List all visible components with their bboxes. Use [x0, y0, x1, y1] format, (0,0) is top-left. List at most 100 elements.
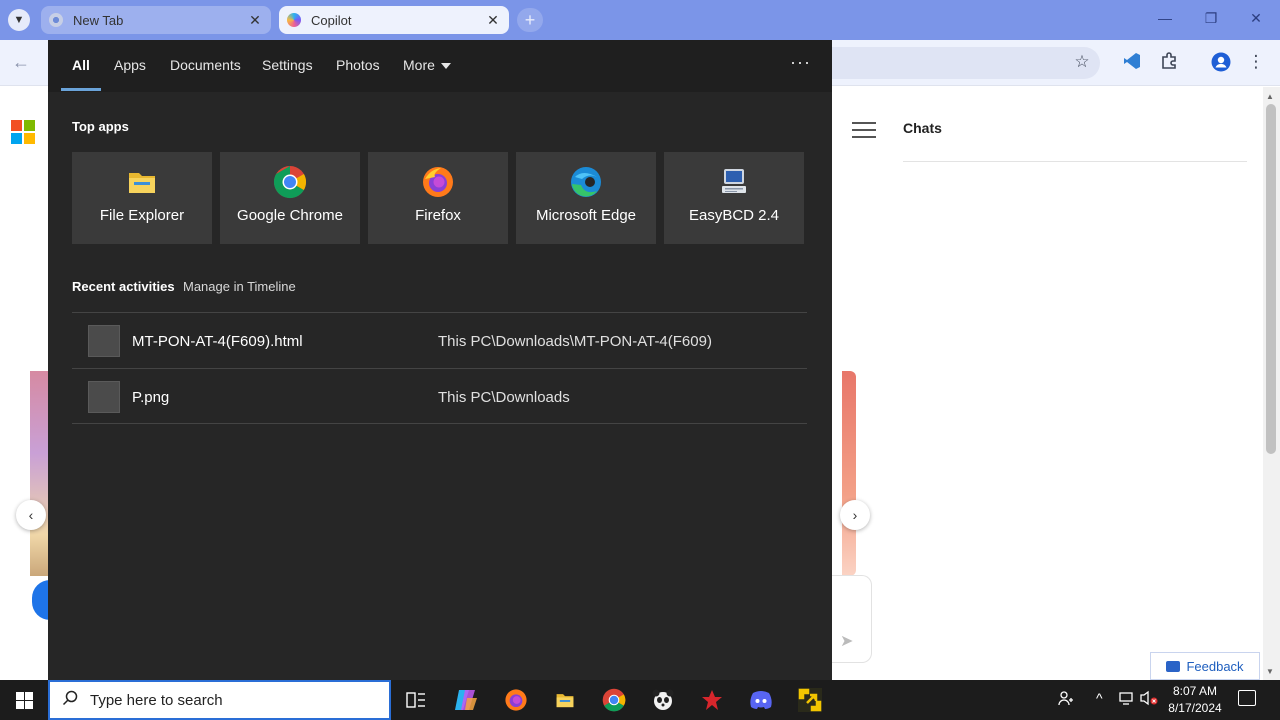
firefox-icon[interactable]	[502, 686, 530, 714]
address-bar[interactable]	[820, 47, 1100, 79]
feedback-icon	[1166, 660, 1181, 672]
chrome-icon	[273, 166, 307, 199]
windows-search-panel: All Apps Documents Settings Photos More …	[48, 40, 832, 680]
recent-item-name: MT-PON-AT-4(F609).html	[132, 333, 303, 350]
window-close-button[interactable]: ✕	[1246, 10, 1266, 27]
search-filter-tabs: All Apps Documents Settings Photos More …	[48, 40, 832, 92]
extensions-puzzle-icon[interactable]	[1158, 52, 1180, 74]
caret-down-icon	[440, 63, 451, 70]
tab-title: Copilot	[311, 12, 352, 28]
new-tab-button[interactable]: +	[517, 8, 543, 32]
app-tile-file-explorer[interactable]: File Explorer	[72, 152, 212, 244]
tab-more[interactable]: More	[403, 57, 451, 73]
windows-logo-icon	[15, 691, 33, 709]
tab-documents[interactable]: Documents	[170, 57, 241, 73]
scroll-up-icon[interactable]: ▲	[1266, 92, 1274, 101]
divider	[903, 161, 1247, 162]
browser-menu-icon[interactable]: ⋮	[1245, 52, 1267, 72]
tab-new-tab[interactable]: New Tab ✕	[41, 6, 271, 34]
recent-item-path: This PC\Downloads	[438, 389, 570, 406]
scroll-down-icon[interactable]: ▼	[1266, 667, 1274, 676]
tab-photos[interactable]: Photos	[336, 57, 380, 73]
recent-item[interactable]: MT-PON-AT-4(F609).html This PC\Downloads…	[72, 312, 807, 368]
manage-in-timeline-link[interactable]: Manage in Timeline	[183, 279, 296, 294]
people-icon[interactable]	[1058, 690, 1074, 709]
recent-item-path: This PC\Downloads\MT-PON-AT-4(F609)	[438, 333, 712, 350]
send-icon[interactable]: ➤	[840, 631, 853, 651]
file-thumbnail-icon	[88, 325, 120, 357]
app-name: EasyBCD 2.4	[688, 207, 780, 224]
copilot-icon[interactable]	[452, 686, 480, 714]
action-center-icon[interactable]	[1238, 690, 1256, 706]
minimize-button[interactable]: —	[1155, 10, 1175, 26]
close-icon[interactable]: ✕	[485, 12, 501, 29]
network-icon[interactable]	[1118, 690, 1134, 709]
file-thumbnail-icon	[88, 381, 120, 413]
tab-search-button[interactable]: ▼	[8, 9, 30, 31]
tab-more-label: More	[403, 57, 435, 73]
carousel-next-button[interactable]: ›	[840, 500, 870, 530]
profile-avatar-icon[interactable]	[1210, 52, 1232, 77]
back-arrow-icon[interactable]: ←	[12, 52, 30, 73]
copilot-favicon-icon	[287, 13, 301, 27]
firefox-icon	[423, 167, 453, 197]
app-tile-firefox[interactable]: Firefox	[368, 152, 508, 244]
bookmark-star-icon[interactable]: ☆	[1071, 52, 1093, 72]
taskbar-search-box[interactable]	[48, 680, 391, 720]
app-tile-google-chrome[interactable]: Google Chrome	[220, 152, 360, 244]
suggestion-card-image[interactable]	[30, 371, 48, 576]
tab-all[interactable]: All	[72, 57, 90, 73]
task-view-icon[interactable]	[402, 686, 430, 714]
folder-icon	[129, 173, 155, 193]
app-name: Firefox	[415, 207, 461, 224]
more-options-icon[interactable]: ···	[790, 52, 811, 73]
discord-icon[interactable]	[747, 686, 775, 714]
chevron-down-icon: ▼	[13, 14, 25, 26]
app-tile-microsoft-edge[interactable]: Microsoft Edge	[516, 152, 656, 244]
tab-copilot[interactable]: Copilot ✕	[279, 6, 509, 34]
edge-icon	[571, 167, 601, 197]
close-icon[interactable]: ✕	[247, 12, 263, 29]
windows-taskbar: ^ 8:07 AM 8/17/2024	[0, 680, 1280, 720]
app-name: File Explorer	[99, 207, 185, 224]
chevron-right-icon: ›	[852, 507, 858, 523]
tab-apps[interactable]: Apps	[114, 57, 146, 73]
system-clock[interactable]: 8:07 AM 8/17/2024	[1160, 683, 1230, 717]
red-app-icon[interactable]	[698, 686, 726, 714]
app-name: Microsoft Edge	[535, 207, 637, 224]
suggestion-card-image[interactable]	[842, 371, 856, 576]
menu-hamburger-icon[interactable]	[852, 122, 876, 143]
clock-date: 8/17/2024	[1168, 701, 1222, 715]
chrome-icon[interactable]	[600, 686, 628, 714]
recent-item-name: P.png	[132, 389, 170, 406]
recent-activities-title: Recent activities	[72, 279, 175, 294]
feedback-button[interactable]: Feedback	[1150, 652, 1260, 680]
tab-settings[interactable]: Settings	[262, 57, 313, 73]
top-apps-title: Top apps	[72, 119, 129, 134]
search-input[interactable]	[90, 691, 370, 709]
chevron-up-icon[interactable]: ^	[1096, 690, 1103, 706]
clock-time: 8:07 AM	[1172, 684, 1218, 698]
vscode-extension-icon[interactable]	[1121, 52, 1143, 75]
browser-tab-strip: ▼ New Tab ✕ Copilot ✕ + — ❐ ✕	[0, 0, 1280, 40]
chrome-favicon-icon	[49, 13, 63, 27]
app-tile-easybcd[interactable]: EasyBCD 2.4	[664, 152, 804, 244]
easybcd-icon	[722, 169, 746, 193]
feedback-label: Feedback	[1186, 658, 1244, 674]
scrollbar-thumb[interactable]	[1266, 104, 1276, 454]
recent-item[interactable]: P.png This PC\Downloads	[72, 368, 807, 424]
volume-muted-icon[interactable]	[1140, 690, 1158, 709]
yellow-app-icon[interactable]	[796, 686, 824, 714]
tab-title: New Tab	[73, 12, 124, 28]
microsoft-logo-icon	[11, 120, 35, 144]
search-icon	[62, 690, 82, 711]
file-explorer-icon[interactable]	[551, 686, 579, 714]
app-name: Google Chrome	[237, 207, 343, 224]
panda-app-icon[interactable]	[649, 686, 677, 714]
chats-title: Chats	[903, 120, 942, 136]
restore-button[interactable]: ❐	[1201, 10, 1221, 27]
chevron-left-icon: ‹	[28, 507, 34, 523]
active-tab-indicator	[61, 88, 101, 91]
start-button[interactable]	[0, 680, 48, 720]
carousel-prev-button[interactable]: ‹	[16, 500, 46, 530]
